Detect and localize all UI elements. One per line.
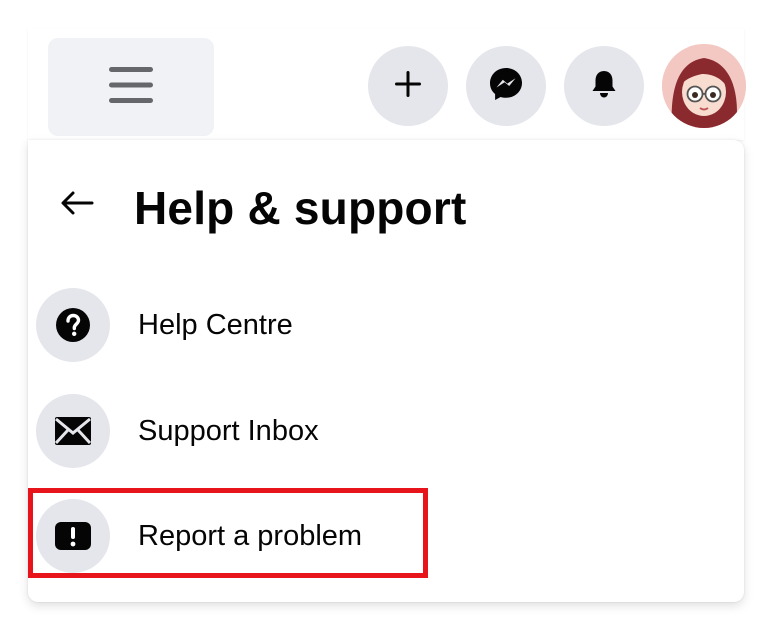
menu-item-label: Support Inbox xyxy=(138,414,319,447)
page: Help & support Help Centre Support Inbox xyxy=(0,0,768,627)
create-button[interactable] xyxy=(368,46,448,126)
question-circle-icon xyxy=(36,288,110,362)
menu-item-label: Report a problem xyxy=(138,519,363,552)
bell-icon xyxy=(587,67,621,106)
plus-icon xyxy=(393,69,423,104)
hamburger-menu-icon xyxy=(107,65,155,110)
menu-item-label: Help Centre xyxy=(138,308,293,341)
profile-avatar[interactable] xyxy=(662,44,746,128)
panel-title: Help & support xyxy=(134,182,467,234)
exclamation-square-icon xyxy=(36,499,110,573)
menu-button[interactable] xyxy=(48,38,214,136)
menu-item-help-centre[interactable]: Help Centre xyxy=(36,282,726,368)
envelope-icon xyxy=(36,394,110,468)
menu-item-report-problem[interactable]: Report a problem xyxy=(36,493,726,579)
help-support-panel: Help & support Help Centre Support Inbox xyxy=(28,140,744,602)
notifications-button[interactable] xyxy=(564,46,644,126)
back-button[interactable] xyxy=(50,178,104,232)
messenger-button[interactable] xyxy=(466,46,546,126)
menu-item-support-inbox[interactable]: Support Inbox xyxy=(36,388,726,474)
top-bar xyxy=(28,28,746,140)
arrow-left-icon xyxy=(60,190,94,221)
messenger-icon xyxy=(487,65,525,108)
